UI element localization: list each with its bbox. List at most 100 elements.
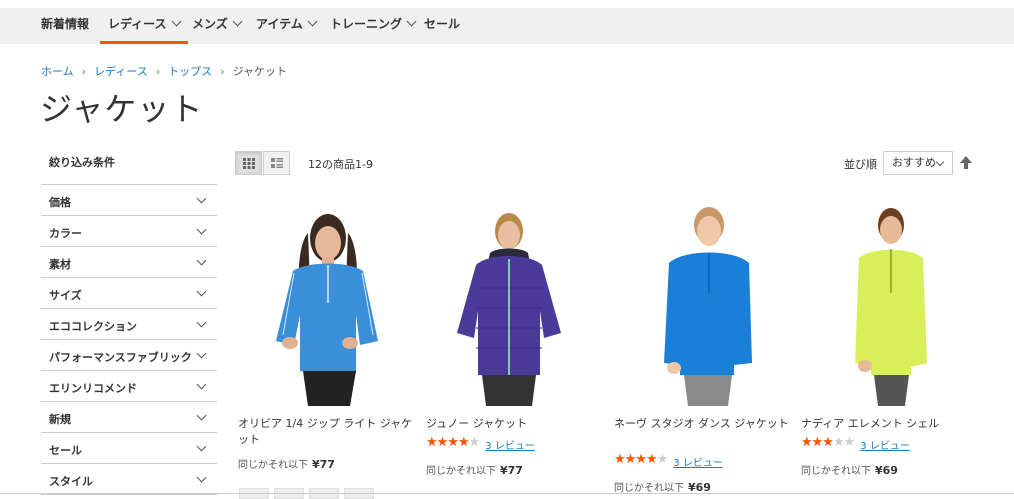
reviews-link[interactable]: 3 レビュー: [485, 441, 535, 452]
filter-eco-collection[interactable]: エココレクション: [41, 309, 217, 340]
chevron-down-icon: [406, 16, 417, 27]
filter-label: サイズ: [49, 289, 82, 302]
rating-fill: ★★★★★: [801, 437, 833, 449]
filter-label: 新規: [49, 413, 71, 426]
filter-performance-fabric[interactable]: パフォーマンスファブリック: [41, 340, 217, 371]
nav-item-new[interactable]: 新着情報: [41, 8, 89, 44]
nav-item-women[interactable]: レディース: [100, 8, 188, 44]
chevron-down-icon: [196, 224, 207, 235]
nav-item-gear[interactable]: アイテム: [256, 8, 318, 44]
product-name[interactable]: ネーヴ スタジオ ダンス ジャケット: [614, 416, 789, 432]
nav-label: アイテム: [256, 17, 303, 31]
product-price: 同じかそれ以下 ¥77: [426, 462, 523, 477]
chevron-down-icon: [196, 255, 207, 266]
arrow-up-icon[interactable]: [959, 155, 973, 171]
filter-label: 素材: [49, 258, 71, 271]
breadcrumb-current: ジャケット: [232, 65, 288, 78]
filter-size[interactable]: サイズ: [41, 278, 217, 309]
rating-stars: ★★★★★★★★★★: [801, 435, 855, 450]
chevron-down-icon: [196, 441, 207, 452]
nav-item-training[interactable]: トレーニング: [330, 8, 417, 44]
breadcrumb-tops[interactable]: トップス: [168, 65, 212, 78]
breadcrumb-separator: ›: [220, 65, 225, 78]
product-rating: ★★★★★★★★★★ 3 レビュー: [801, 435, 910, 452]
chevron-down-icon: [196, 410, 207, 421]
price-label: 同じかそれ以下: [801, 466, 871, 477]
filter-sale[interactable]: セール: [41, 433, 217, 464]
reviews-link[interactable]: 3 レビュー: [860, 441, 910, 452]
filter-erin-recommends[interactable]: エリンリコメンド: [41, 371, 217, 402]
nav-label: レディース: [108, 17, 167, 31]
list-view-button[interactable]: [263, 151, 290, 175]
filter-label: パフォーマンスファブリック: [49, 351, 192, 364]
chevron-down-icon: [196, 379, 207, 390]
chevron-down-icon: [171, 16, 182, 27]
rating-fill: ★★★★★: [614, 454, 657, 466]
product-name[interactable]: ナディア エレメント シェル: [801, 416, 976, 432]
product-photo[interactable]: [238, 203, 403, 406]
breadcrumb-separator: ›: [155, 65, 161, 78]
breadcrumb-separator: ›: [81, 65, 87, 78]
rating-stars: ★★★★★★★★★★: [614, 452, 668, 467]
breadcrumb-women[interactable]: レディース: [94, 65, 148, 78]
chevron-down-icon: [196, 193, 207, 204]
sort-select[interactable]: おすすめ: [883, 151, 953, 175]
price-label: 同じかそれ以下: [426, 466, 496, 477]
breadcrumb: ホーム › レディース › トップス › ジャケット: [41, 63, 287, 79]
chevron-down-icon: [196, 348, 207, 359]
filter-label: セール: [49, 444, 82, 457]
nav-label: セール: [424, 17, 461, 31]
product-name[interactable]: ジュノー ジャケット: [426, 416, 601, 432]
nav-item-men[interactable]: メンズ: [192, 8, 243, 44]
product-price: 同じかそれ以下 ¥77: [238, 456, 335, 471]
price-label: 同じかそれ以下: [238, 460, 308, 471]
filter-title: 絞り込み条件: [41, 150, 217, 185]
filter-label: エリンリコメンド: [49, 382, 137, 395]
filter-sidebar: 絞り込み条件 価格 カラー 素材 サイズ エココレクション パフォーマンスファブ…: [41, 150, 217, 495]
filter-price[interactable]: 価格: [41, 185, 217, 216]
products-toolbar: 12の商品1-9 並び順 おすすめ: [235, 151, 975, 176]
product-price: 同じかそれ以下 ¥69: [614, 479, 711, 494]
nav-item-sale[interactable]: セール: [424, 8, 460, 44]
chevron-down-icon: [196, 472, 207, 483]
filter-style[interactable]: スタイル: [41, 464, 217, 495]
filter-label: 価格: [49, 196, 71, 209]
chevron-down-icon: [935, 157, 945, 167]
rating-fill: ★★★★★: [426, 437, 469, 449]
price-value: ¥77: [312, 458, 335, 471]
grid-icon: [243, 158, 255, 169]
chevron-down-icon: [307, 16, 318, 27]
nav-label: トレーニング: [330, 17, 403, 31]
nav-label: メンズ: [192, 17, 228, 31]
reviews-link[interactable]: 3 レビュー: [673, 458, 723, 469]
bottom-divider: [0, 493, 1014, 494]
list-icon: [271, 158, 283, 168]
sort-label: 並び順: [844, 158, 877, 171]
sort-value: おすすめ: [892, 156, 936, 169]
product-name[interactable]: オリビア 1/4 ジップ ライト ジャケット: [238, 416, 413, 448]
page-title: ジャケット: [40, 90, 204, 128]
nav-label: 新着情報: [41, 17, 90, 31]
chevron-down-icon: [196, 286, 207, 297]
product-photo[interactable]: [614, 203, 779, 406]
product-photo[interactable]: [801, 203, 966, 406]
breadcrumb-home[interactable]: ホーム: [41, 65, 74, 78]
filter-new[interactable]: 新規: [41, 402, 217, 433]
filter-color[interactable]: カラー: [41, 216, 217, 247]
rating-stars: ★★★★★★★★★★: [426, 435, 480, 450]
filter-label: スタイル: [49, 475, 93, 488]
top-strip: [0, 0, 1014, 8]
chevron-down-icon: [196, 317, 207, 328]
price-value: ¥69: [875, 464, 898, 477]
product-rating: ★★★★★★★★★★ 3 レビュー: [426, 435, 535, 452]
filter-label: カラー: [49, 227, 82, 240]
main-navigation: 新着情報 レディース メンズ アイテム トレーニング セール: [0, 8, 1014, 44]
filter-label: エココレクション: [49, 320, 137, 333]
price-value: ¥77: [500, 464, 523, 477]
product-price: 同じかそれ以下 ¥69: [801, 462, 898, 477]
filter-material[interactable]: 素材: [41, 247, 217, 278]
toolbar-amount: 12の商品1-9: [308, 158, 373, 171]
grid-view-button[interactable]: [235, 151, 262, 175]
product-rating: ★★★★★★★★★★ 3 レビュー: [614, 452, 723, 469]
product-photo[interactable]: [426, 203, 591, 406]
